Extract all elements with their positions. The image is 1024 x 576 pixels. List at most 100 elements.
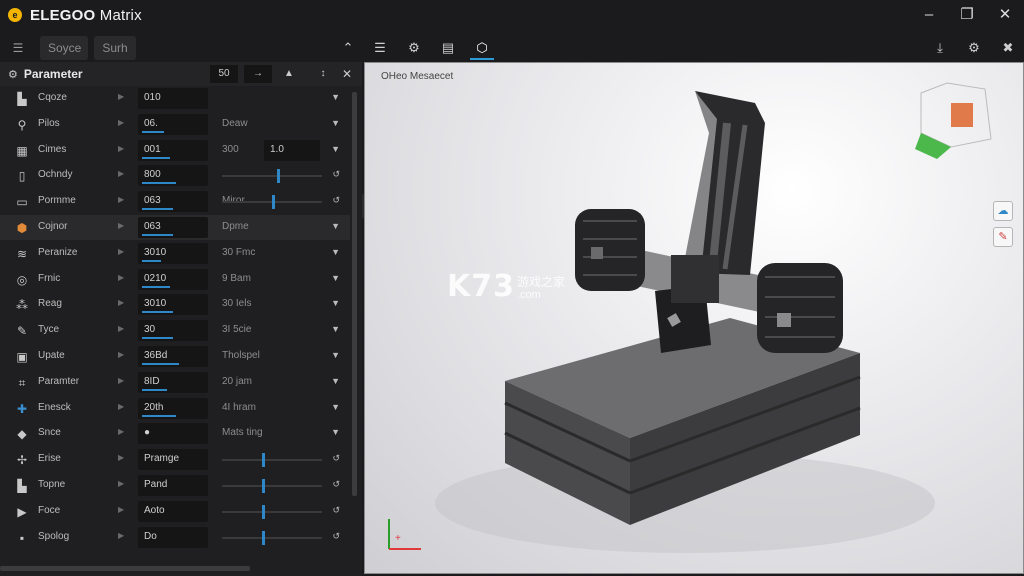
tools-icon[interactable]: ✖ (996, 36, 1020, 60)
panel-close-icon[interactable]: ✕ (336, 65, 358, 83)
parameter-row[interactable]: ◆ Snce ▶ ● Mats ting ▼ (0, 421, 350, 446)
chevron-down-icon[interactable]: ▼ (331, 298, 340, 308)
chevron-down-icon[interactable]: ▼ (331, 402, 340, 412)
expand-arrow-icon[interactable]: ▶ (118, 505, 124, 514)
parameter-option-field[interactable]: Dpme ▼ (216, 217, 344, 238)
parameter-slider-knob[interactable] (262, 479, 265, 493)
chevron-down-icon[interactable]: ▼ (331, 118, 340, 128)
parameter-value-field[interactable]: Pramge (138, 449, 208, 471)
expand-arrow-icon[interactable]: ▶ (118, 169, 124, 178)
document-icon[interactable]: ▤ (436, 36, 460, 60)
gear-icon[interactable]: ⚙ (402, 36, 426, 60)
expand-arrow-icon[interactable]: ▶ (118, 324, 124, 333)
parameter-value-field[interactable]: 30 (138, 320, 208, 342)
parameter-row[interactable]: ⚲ Pilos ▶ 06. Deaw ▼ (0, 112, 350, 137)
reset-icon[interactable]: ↺ (332, 169, 340, 180)
parameter-row[interactable]: ▪ Spolog ▶ Do ↺ (0, 525, 350, 550)
view-paint-icon[interactable]: ✎ (993, 227, 1013, 247)
parameter-option-field[interactable]: ↺ (216, 501, 344, 522)
parameter-option-field[interactable]: 30 Fmc ▼ (216, 243, 344, 264)
minimize-icon[interactable]: – (918, 4, 940, 26)
parameter-option-field[interactable]: ↺ (216, 475, 344, 496)
parameter-value-field[interactable]: 3010 (138, 242, 208, 264)
parameter-value-field[interactable]: 8ID (138, 371, 208, 393)
parameter-value-field[interactable]: ● (138, 423, 208, 445)
panel-scrollbar-horizontal[interactable] (0, 566, 250, 571)
panel-tool-shape-icon[interactable]: ▲ (278, 65, 300, 83)
parameter-row[interactable]: ⁂ Reag ▶ 3010 30 Iels ▼ (0, 292, 350, 317)
menu-icon[interactable]: ☰ (8, 36, 28, 60)
reset-icon[interactable]: ↺ (332, 531, 340, 542)
maximize-icon[interactable]: ❐ (956, 4, 978, 26)
parameter-value-field[interactable]: 3010 (138, 294, 208, 316)
parameter-value-field[interactable]: 36Bd (138, 346, 208, 367)
chevron-down-icon[interactable]: ▼ (331, 427, 340, 437)
parameter-slider-track[interactable] (222, 510, 322, 513)
expand-arrow-icon[interactable]: ▶ (118, 376, 124, 385)
parameter-slider-knob[interactable] (262, 530, 265, 545)
parameter-option-field[interactable]: Miror↺ (216, 191, 344, 212)
reset-icon[interactable]: ↺ (332, 505, 340, 516)
parameter-value-field[interactable]: 0210 (138, 268, 208, 290)
expand-arrow-icon[interactable]: ▶ (118, 144, 124, 153)
parameter-row[interactable]: ✚ Enesck ▶ 20th 4I hram ▼ (0, 396, 350, 421)
panel-tool-50[interactable]: 50 (210, 65, 238, 83)
chevron-down-icon[interactable]: ▼ (331, 376, 340, 386)
expand-arrow-icon[interactable]: ▶ (118, 195, 124, 204)
expand-arrow-icon[interactable]: ▶ (118, 427, 124, 436)
expand-arrow-icon[interactable]: ▶ (118, 453, 124, 462)
parameter-row[interactable]: ◎ Frnic ▶ 0210 9 Bam ▼ (0, 267, 350, 292)
parameter-slider-knob[interactable] (262, 453, 265, 468)
parameter-option-field[interactable]: 9 Bam ▼ (216, 269, 344, 290)
parameter-option-field[interactable]: ↺ (216, 449, 344, 470)
parameter-slider-track[interactable] (222, 536, 322, 539)
parameter-row[interactable]: ⬢ Cojnor ▶ 063 Dpme ▼ (0, 215, 350, 240)
parameter-option-field[interactable]: 300 1.0 ▼ (216, 139, 344, 161)
parameter-slider-knob[interactable] (262, 504, 265, 519)
chevron-down-icon[interactable]: ▼ (331, 350, 340, 360)
chevron-down-icon[interactable]: ▼ (331, 221, 340, 231)
parameter-row[interactable]: ▶ Foce ▶ Aoto ↺ (0, 499, 350, 524)
parameter-option-field[interactable]: ↺ (216, 165, 344, 186)
expand-arrow-icon[interactable]: ▶ (118, 221, 124, 230)
parameter-slider-knob[interactable] (277, 169, 280, 184)
parameter-value-field[interactable]: Pand (138, 475, 208, 496)
parameter-option-field[interactable]: 20 jam ▼ (216, 372, 344, 393)
expand-arrow-icon[interactable]: ▶ (118, 118, 124, 127)
parameter-row[interactable]: ▦ Cimes ▶ 001 300 1.0 ▼ (0, 138, 350, 163)
parameter-option-field[interactable]: 3I 5cie ▼ (216, 320, 344, 341)
expand-arrow-icon[interactable]: ▶ (118, 350, 124, 359)
reset-icon[interactable]: ↺ (332, 195, 340, 206)
parameter-row[interactable]: ▙ Cqoze ▶ 010 ▼ (0, 86, 350, 111)
parameter-slider-track[interactable] (222, 459, 322, 462)
parameter-option-field[interactable]: 30 Iels ▼ (216, 294, 344, 315)
expand-arrow-icon[interactable]: ▶ (118, 92, 124, 101)
reset-icon[interactable]: ↺ (332, 453, 340, 464)
expand-arrow-icon[interactable]: ▶ (118, 402, 124, 411)
parameter-value-field[interactable]: 063 (138, 191, 208, 213)
parameter-value-field[interactable]: Aoto (138, 500, 208, 522)
parameter-value-field[interactable]: 06. (138, 113, 208, 135)
parameter-option-field[interactable]: Tholspel ▼ (216, 346, 344, 367)
nav-up-icon[interactable]: ⌃ (336, 36, 360, 60)
expand-arrow-icon[interactable]: ▶ (118, 298, 124, 307)
parameter-row[interactable]: ▙ Topne ▶ Pand ↺ (0, 473, 350, 498)
chevron-down-icon[interactable]: ▼ (331, 273, 340, 283)
parameter-row[interactable]: ✎ Tyce ▶ 30 3I 5cie ▼ (0, 318, 350, 343)
view-cloud-icon[interactable]: ☁ (993, 201, 1013, 221)
parameter-slider-track[interactable] (222, 485, 322, 487)
panel-scrollbar-vertical[interactable] (352, 92, 357, 496)
parameter-option-field[interactable]: Deaw ▼ (216, 114, 344, 135)
tab-source[interactable]: Soyce (40, 36, 88, 60)
panel-tool-expand-icon[interactable]: ↕ (312, 65, 334, 83)
settings-icon[interactable]: ⚙ (962, 36, 986, 60)
parameter-row[interactable]: ⌗ Paramter ▶ 8ID 20 jam ▼ (0, 370, 350, 395)
parameter-option-box[interactable]: 1.0 (264, 139, 320, 161)
close-icon[interactable]: ✕ (994, 4, 1016, 26)
list-icon[interactable]: ☰ (368, 36, 392, 60)
parameter-row[interactable]: ✢ Erise ▶ Pramge ↺ (0, 447, 350, 472)
cube-icon[interactable]: ⬡ (470, 36, 494, 60)
expand-arrow-icon[interactable]: ▶ (118, 247, 124, 256)
parameter-value-field[interactable]: 010 (138, 88, 208, 109)
parameter-slider-knob[interactable] (272, 195, 275, 210)
